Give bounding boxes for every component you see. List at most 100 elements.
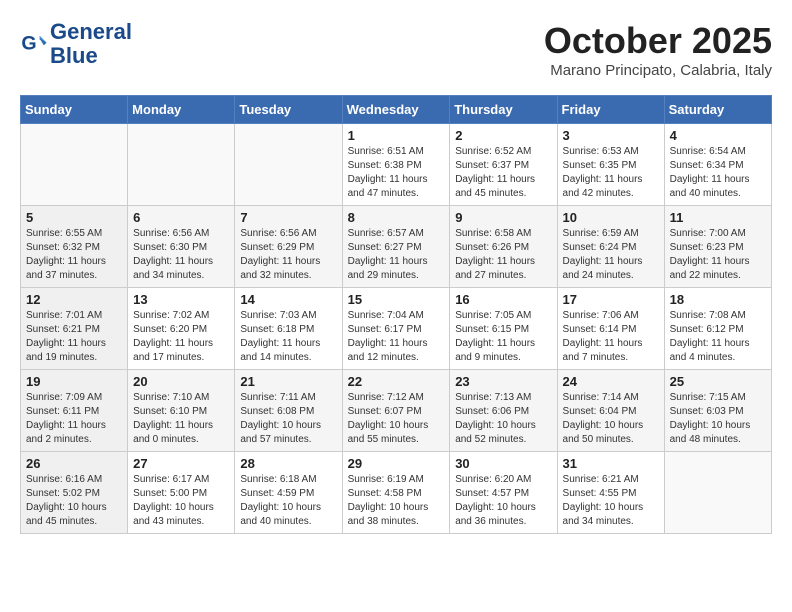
logo-line2: Blue [50, 44, 132, 68]
day-number: 12 [26, 292, 122, 307]
day-number: 30 [455, 456, 551, 471]
calendar-cell: 1Sunrise: 6:51 AM Sunset: 6:38 PM Daylig… [342, 124, 450, 206]
weekday-header: Monday [128, 96, 235, 124]
day-info: Sunrise: 7:11 AM Sunset: 6:08 PM Dayligh… [240, 391, 336, 447]
calendar-cell: 20Sunrise: 7:10 AM Sunset: 6:10 PM Dayli… [128, 370, 235, 452]
day-info: Sunrise: 6:59 AM Sunset: 6:24 PM Dayligh… [563, 227, 659, 283]
day-number: 14 [240, 292, 336, 307]
weekday-header: Tuesday [235, 96, 342, 124]
calendar-header-row: SundayMondayTuesdayWednesdayThursdayFrid… [21, 96, 772, 124]
day-info: Sunrise: 6:55 AM Sunset: 6:32 PM Dayligh… [26, 227, 122, 283]
day-info: Sunrise: 6:57 AM Sunset: 6:27 PM Dayligh… [348, 227, 445, 283]
logo-line1: General [50, 20, 132, 44]
calendar-cell: 24 Sunrise: 7:14 AM Sunset: 6:04 PM Dayli… [557, 370, 664, 452]
day-info: Sunrise: 7:00 AM Sunset: 6:23 PM Dayligh… [670, 227, 766, 283]
day-number: 29 [348, 456, 445, 471]
calendar-cell: 21 Sunrise: 7:11 AM Sunset: 6:08 PM Dayli… [235, 370, 342, 452]
location: Marano Principato, Calabria, Italy [544, 62, 772, 79]
day-info: Sunrise: 7:06 AM Sunset: 6:14 PM Dayligh… [563, 309, 659, 365]
day-number: 23 [455, 374, 551, 389]
day-info: Sunrise: 6:20 AM Sunset: 4:57 PM Dayligh… [455, 473, 551, 529]
logo-icon: G [20, 30, 48, 58]
calendar-week-row: 5 Sunrise: 6:55 AM Sunset: 6:32 PM Daylig… [21, 206, 772, 288]
day-number: 21 [240, 374, 336, 389]
day-number: 27 [133, 456, 229, 471]
calendar-cell: 7 Sunrise: 6:56 AM Sunset: 6:29 PM Daylig… [235, 206, 342, 288]
title-block: October 2025 Marano Principato, Calabria… [544, 20, 772, 79]
day-number: 16 [455, 292, 551, 307]
calendar-week-row: 1Sunrise: 6:51 AM Sunset: 6:38 PM Daylig… [21, 124, 772, 206]
day-number: 28 [240, 456, 336, 471]
day-number: 1 [348, 128, 445, 143]
day-info: Sunrise: 6:52 AM Sunset: 6:37 PM Dayligh… [455, 145, 551, 201]
day-number: 13 [133, 292, 229, 307]
day-number: 3 [563, 128, 659, 143]
day-number: 9 [455, 210, 551, 225]
svg-text:G: G [21, 33, 36, 55]
page-header: G General Blue October 2025 Marano Princ… [20, 20, 772, 79]
calendar-cell: 3 Sunrise: 6:53 AM Sunset: 6:35 PM Daylig… [557, 124, 664, 206]
day-info: Sunrise: 7:09 AM Sunset: 6:11 PM Dayligh… [26, 391, 122, 447]
calendar-cell: 23 Sunrise: 7:13 AM Sunset: 6:06 PM Dayli… [450, 370, 557, 452]
day-number: 6 [133, 210, 229, 225]
calendar-cell: 29 Sunrise: 6:19 AM Sunset: 4:58 PM Dayli… [342, 452, 450, 534]
calendar-cell: 9Sunrise: 6:58 AM Sunset: 6:26 PM Daylig… [450, 206, 557, 288]
day-info: Sunrise: 7:13 AM Sunset: 6:06 PM Dayligh… [455, 391, 551, 447]
weekday-header: Friday [557, 96, 664, 124]
day-number: 17 [563, 292, 659, 307]
day-info: Sunrise: 7:14 AM Sunset: 6:04 PM Dayligh… [563, 391, 659, 447]
calendar-cell: 14 Sunrise: 7:03 AM Sunset: 6:18 PM Dayli… [235, 288, 342, 370]
day-number: 26 [26, 456, 122, 471]
calendar-week-row: 26Sunrise: 6:16 AM Sunset: 5:02 PM Dayli… [21, 452, 772, 534]
calendar-table: SundayMondayTuesdayWednesdayThursdayFrid… [20, 95, 772, 534]
calendar-cell: 5 Sunrise: 6:55 AM Sunset: 6:32 PM Daylig… [21, 206, 128, 288]
day-info: Sunrise: 7:02 AM Sunset: 6:20 PM Dayligh… [133, 309, 229, 365]
calendar-cell: 18Sunrise: 7:08 AM Sunset: 6:12 PM Dayli… [664, 288, 771, 370]
day-number: 10 [563, 210, 659, 225]
calendar-cell: 11 Sunrise: 7:00 AM Sunset: 6:23 PM Dayli… [664, 206, 771, 288]
day-number: 22 [348, 374, 445, 389]
calendar-cell: 8Sunrise: 6:57 AM Sunset: 6:27 PM Daylig… [342, 206, 450, 288]
calendar-cell [235, 124, 342, 206]
day-info: Sunrise: 7:03 AM Sunset: 6:18 PM Dayligh… [240, 309, 336, 365]
day-number: 24 [563, 374, 659, 389]
weekday-header: Thursday [450, 96, 557, 124]
day-number: 11 [670, 210, 766, 225]
day-info: Sunrise: 7:12 AM Sunset: 6:07 PM Dayligh… [348, 391, 445, 447]
calendar-cell [128, 124, 235, 206]
calendar-cell: 17 Sunrise: 7:06 AM Sunset: 6:14 PM Dayli… [557, 288, 664, 370]
day-info: Sunrise: 6:21 AM Sunset: 4:55 PM Dayligh… [563, 473, 659, 529]
calendar-week-row: 12Sunrise: 7:01 AM Sunset: 6:21 PM Dayli… [21, 288, 772, 370]
weekday-header: Wednesday [342, 96, 450, 124]
calendar-cell: 31Sunrise: 6:21 AM Sunset: 4:55 PM Dayli… [557, 452, 664, 534]
day-info: Sunrise: 6:19 AM Sunset: 4:58 PM Dayligh… [348, 473, 445, 529]
day-info: Sunrise: 6:17 AM Sunset: 5:00 PM Dayligh… [133, 473, 229, 529]
calendar-cell: 25 Sunrise: 7:15 AM Sunset: 6:03 PM Dayli… [664, 370, 771, 452]
calendar-cell: 13 Sunrise: 7:02 AM Sunset: 6:20 PM Dayli… [128, 288, 235, 370]
day-info: Sunrise: 6:18 AM Sunset: 4:59 PM Dayligh… [240, 473, 336, 529]
day-info: Sunrise: 6:56 AM Sunset: 6:30 PM Dayligh… [133, 227, 229, 283]
calendar-cell: 30 Sunrise: 6:20 AM Sunset: 4:57 PM Dayli… [450, 452, 557, 534]
day-info: Sunrise: 7:05 AM Sunset: 6:15 PM Dayligh… [455, 309, 551, 365]
calendar-cell: 6 Sunrise: 6:56 AM Sunset: 6:30 PM Daylig… [128, 206, 235, 288]
day-number: 4 [670, 128, 766, 143]
day-number: 5 [26, 210, 122, 225]
calendar-cell: 12Sunrise: 7:01 AM Sunset: 6:21 PM Dayli… [21, 288, 128, 370]
day-info: Sunrise: 7:15 AM Sunset: 6:03 PM Dayligh… [670, 391, 766, 447]
calendar-cell: 27 Sunrise: 6:17 AM Sunset: 5:00 PM Dayli… [128, 452, 235, 534]
month-title: October 2025 [544, 20, 772, 62]
calendar-cell: 15Sunrise: 7:04 AM Sunset: 6:17 PM Dayli… [342, 288, 450, 370]
day-info: Sunrise: 6:56 AM Sunset: 6:29 PM Dayligh… [240, 227, 336, 283]
day-info: Sunrise: 6:53 AM Sunset: 6:35 PM Dayligh… [563, 145, 659, 201]
calendar-cell: 28 Sunrise: 6:18 AM Sunset: 4:59 PM Dayli… [235, 452, 342, 534]
day-number: 18 [670, 292, 766, 307]
day-info: Sunrise: 7:04 AM Sunset: 6:17 PM Dayligh… [348, 309, 445, 365]
day-number: 19 [26, 374, 122, 389]
day-info: Sunrise: 7:10 AM Sunset: 6:10 PM Dayligh… [133, 391, 229, 447]
day-number: 7 [240, 210, 336, 225]
calendar-cell [664, 452, 771, 534]
day-number: 25 [670, 374, 766, 389]
calendar-cell: 10 Sunrise: 6:59 AM Sunset: 6:24 PM Dayli… [557, 206, 664, 288]
calendar-cell: 16 Sunrise: 7:05 AM Sunset: 6:15 PM Dayli… [450, 288, 557, 370]
calendar-cell: 4Sunrise: 6:54 AM Sunset: 6:34 PM Daylig… [664, 124, 771, 206]
